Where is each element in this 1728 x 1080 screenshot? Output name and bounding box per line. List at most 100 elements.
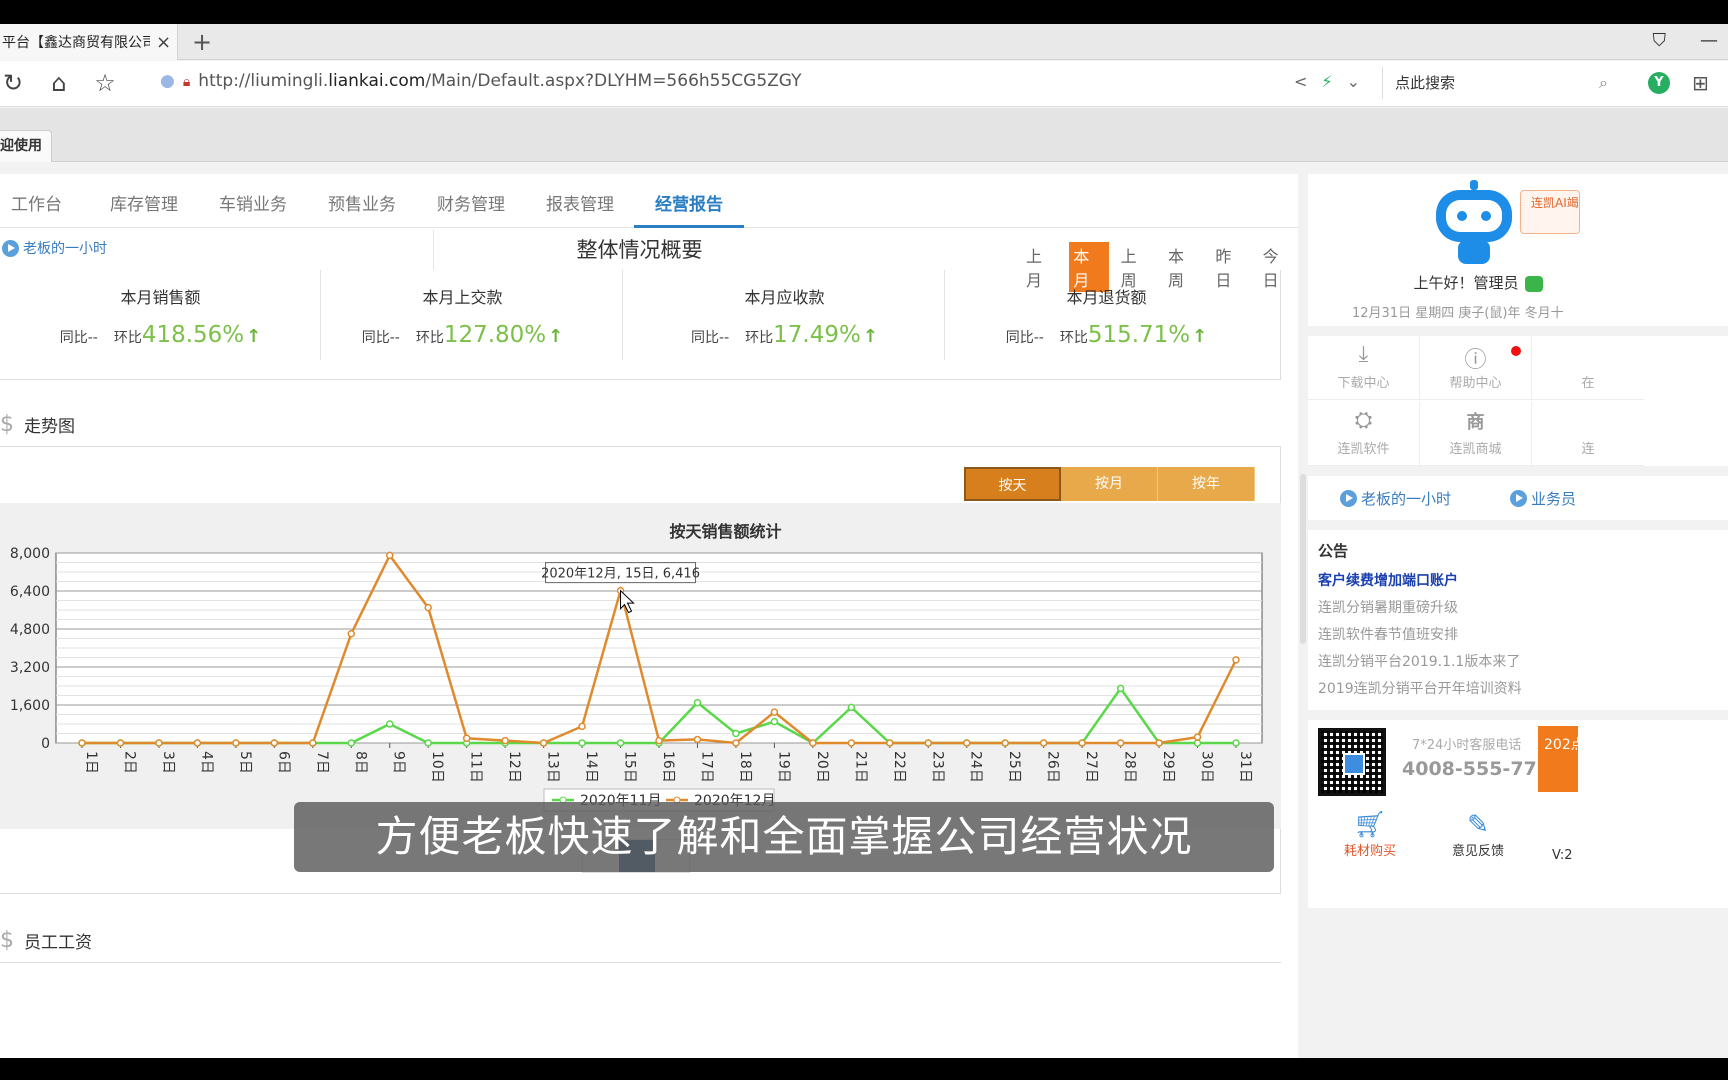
salary-section-title: $ 员工工资 <box>0 928 92 953</box>
x-tick-label: 21日 <box>852 751 868 783</box>
kpi-label: 本月应收款 <box>744 288 825 307</box>
shortcut-help[interactable]: ⓘ 帮助中心 <box>1420 336 1532 400</box>
shortcut-label: 连 <box>1581 442 1595 457</box>
tab-close-icon[interactable]: × <box>156 32 171 53</box>
new-tab-icon[interactable]: + <box>192 28 212 56</box>
home-icon[interactable]: ⌂ <box>46 69 72 97</box>
menu-item-presale[interactable]: 预售业务 <box>328 190 396 215</box>
shortcut-shop[interactable]: 商 连凯商城 <box>1420 402 1532 466</box>
menu-item-reports[interactable]: 报表管理 <box>546 190 614 215</box>
boss-hour-link[interactable]: 老板的一小时 <box>2 238 107 258</box>
y-tick-label: 1,600 <box>10 698 50 714</box>
data-point <box>1193 739 1202 747</box>
url-field[interactable]: ● 🔒︎ http://liumingli.liankai.com/Main/Def… <box>160 71 802 91</box>
main-scrollbar[interactable] <box>1298 174 1308 1058</box>
arrow-up-icon: ↑ <box>548 326 564 347</box>
feedback[interactable]: ✎ 意见反馈 <box>1452 810 1504 859</box>
page-tab-welcome[interactable]: 迎使用 <box>0 130 52 162</box>
extension-icon[interactable]: Y <box>1648 72 1670 94</box>
hotline-label: 7*24小时客服电话 <box>1412 738 1522 753</box>
play-icon <box>1510 490 1527 507</box>
trend-section-title: $ 走势图 <box>0 412 75 437</box>
notice-item[interactable]: 连凯分销平台2019.1.1版本来了 <box>1318 651 1520 671</box>
x-tick-label: 5日 <box>237 751 253 774</box>
kpi-yoy: 同比-- <box>361 330 400 346</box>
side-boss-link[interactable]: 老板的一小时 <box>1340 488 1451 509</box>
side-salesman-link[interactable]: 业务员 <box>1510 488 1576 509</box>
share-icon[interactable]: < <box>1294 72 1307 91</box>
menu-item-finance[interactable]: 财务管理 <box>437 190 505 215</box>
menu-item-workbench[interactable]: 工作台 <box>11 190 62 215</box>
shortcut-online[interactable]: 在 <box>1532 336 1644 400</box>
data-point <box>347 630 356 638</box>
notice-item[interactable]: 连凯软件春节值班安排 <box>1318 624 1458 644</box>
by-month-button[interactable]: 按月 <box>1061 467 1158 501</box>
data-point <box>1116 739 1125 747</box>
data-point <box>616 739 625 747</box>
by-day-button[interactable]: 按天 <box>964 467 1061 501</box>
arrow-up-icon: ↑ <box>246 326 262 347</box>
dollar-icon: $ <box>0 928 14 953</box>
software-icon: ⛭ <box>1354 408 1373 433</box>
data-point <box>1155 739 1163 747</box>
notice-item[interactable]: 连凯分销暑期重磅升级 <box>1318 597 1458 617</box>
data-point <box>809 739 817 747</box>
data-point <box>116 739 125 747</box>
consumables-purchase[interactable]: 🛒︎ 耗材购买 <box>1344 810 1396 859</box>
notification-dot <box>1511 346 1521 356</box>
search-icon[interactable]: ⌕ <box>1599 67 1608 99</box>
hotline-number: 4008-555-777 <box>1402 758 1550 780</box>
minimize-icon[interactable]: — <box>1700 30 1718 51</box>
x-tick-label: 15日 <box>622 751 638 783</box>
arrow-up-icon: ↑ <box>862 326 878 347</box>
arrow-up-icon: ↑ <box>1192 326 1208 347</box>
by-year-button[interactable]: 按年 <box>1158 467 1255 501</box>
kpi-row: 本月销售额 同比-- 环比 418.56% ↑ 本月上交款 同比-- 环比 12… <box>0 270 1281 380</box>
speed-mode-icon[interactable]: ⚡ <box>1321 72 1332 91</box>
x-tick-label: 13日 <box>545 751 561 783</box>
browser-tab[interactable]: 平台【鑫达商贸有限公司 × <box>0 24 178 60</box>
shortcut-software[interactable]: ⛭ 连凯软件 <box>1308 402 1420 466</box>
greeting: 上午好！管理员 <box>1308 272 1648 293</box>
kpi-values: 同比-- 环比 515.71% ↑ <box>946 322 1267 348</box>
ai-bubble[interactable]: 连凯AI竭诚为 <box>1520 190 1580 234</box>
kpi-receivables: 本月应收款 同比-- 环比 17.49% ↑ <box>624 270 945 360</box>
chevron-down-icon[interactable]: ⌄ <box>1347 72 1360 91</box>
scroll-thumb[interactable] <box>1300 474 1306 644</box>
side-link-label: 老板的一小时 <box>1361 490 1452 508</box>
video-links-card: 老板的一小时 业务员 <box>1308 476 1728 520</box>
data-point <box>770 708 779 716</box>
side-link-label: 业务员 <box>1531 490 1577 508</box>
line-chart[interactable]: 0 1,600 3,200 4,800 6,400 8,000 1日 2日 3日 4日 5日 6日 7日… <box>0 503 1281 829</box>
menu-item-business-report[interactable]: 经营报告 <box>655 190 723 215</box>
search-input[interactable]: 点此搜索 ⌕ <box>1382 67 1614 99</box>
x-tick-label: 30日 <box>1199 751 1215 783</box>
cart-icon: 🛒︎ <box>1353 810 1387 840</box>
data-point <box>309 739 317 747</box>
data-point <box>385 720 394 728</box>
menu-item-vehicle-sales[interactable]: 车销业务 <box>219 190 287 215</box>
notice-item[interactable]: 2019连凯分销平台开年培训资料 <box>1318 678 1522 698</box>
star-icon[interactable]: ☆ <box>92 69 118 97</box>
data-point <box>655 736 663 745</box>
video-subtitle: 方便老板快速了解和全面掌握公司经营状况 <box>294 802 1274 872</box>
version-label: V:2 <box>1552 848 1573 863</box>
x-tick-label: 22日 <box>891 751 907 783</box>
wechat-icon[interactable] <box>1524 275 1543 292</box>
bottom-label: 意见反馈 <box>1452 844 1505 859</box>
x-tick-label: 14日 <box>583 751 599 783</box>
x-tick-label: 3日 <box>160 751 176 774</box>
notice-item[interactable]: 客户续费增加端口账户 <box>1318 570 1458 590</box>
skin-icon[interactable]: ⛉ <box>1653 30 1667 51</box>
x-tick-label: 23日 <box>929 751 945 783</box>
promo-button[interactable]: 202点击 <box>1538 726 1578 792</box>
shortcut-more[interactable]: 连 <box>1532 402 1644 466</box>
welcome-card: 连凯AI竭诚为 上午好！管理员 12月31日 星期四 庚子(鼠)年 冬月十 <box>1308 174 1728 326</box>
shortcut-download[interactable]: ⤓ 下载中心 <box>1308 336 1420 400</box>
service-card: 7*24小时客服电话 4008-555-777 202点击 🛒︎ 耗材购买 ✎ … <box>1308 720 1728 908</box>
menu-item-inventory[interactable]: 库存管理 <box>110 190 178 215</box>
shortcut-icon <box>1532 408 1644 438</box>
data-point <box>1001 739 1009 747</box>
apps-grid-icon[interactable]: ⊞ <box>1692 71 1709 95</box>
refresh-icon[interactable]: ↻ <box>0 69 26 97</box>
